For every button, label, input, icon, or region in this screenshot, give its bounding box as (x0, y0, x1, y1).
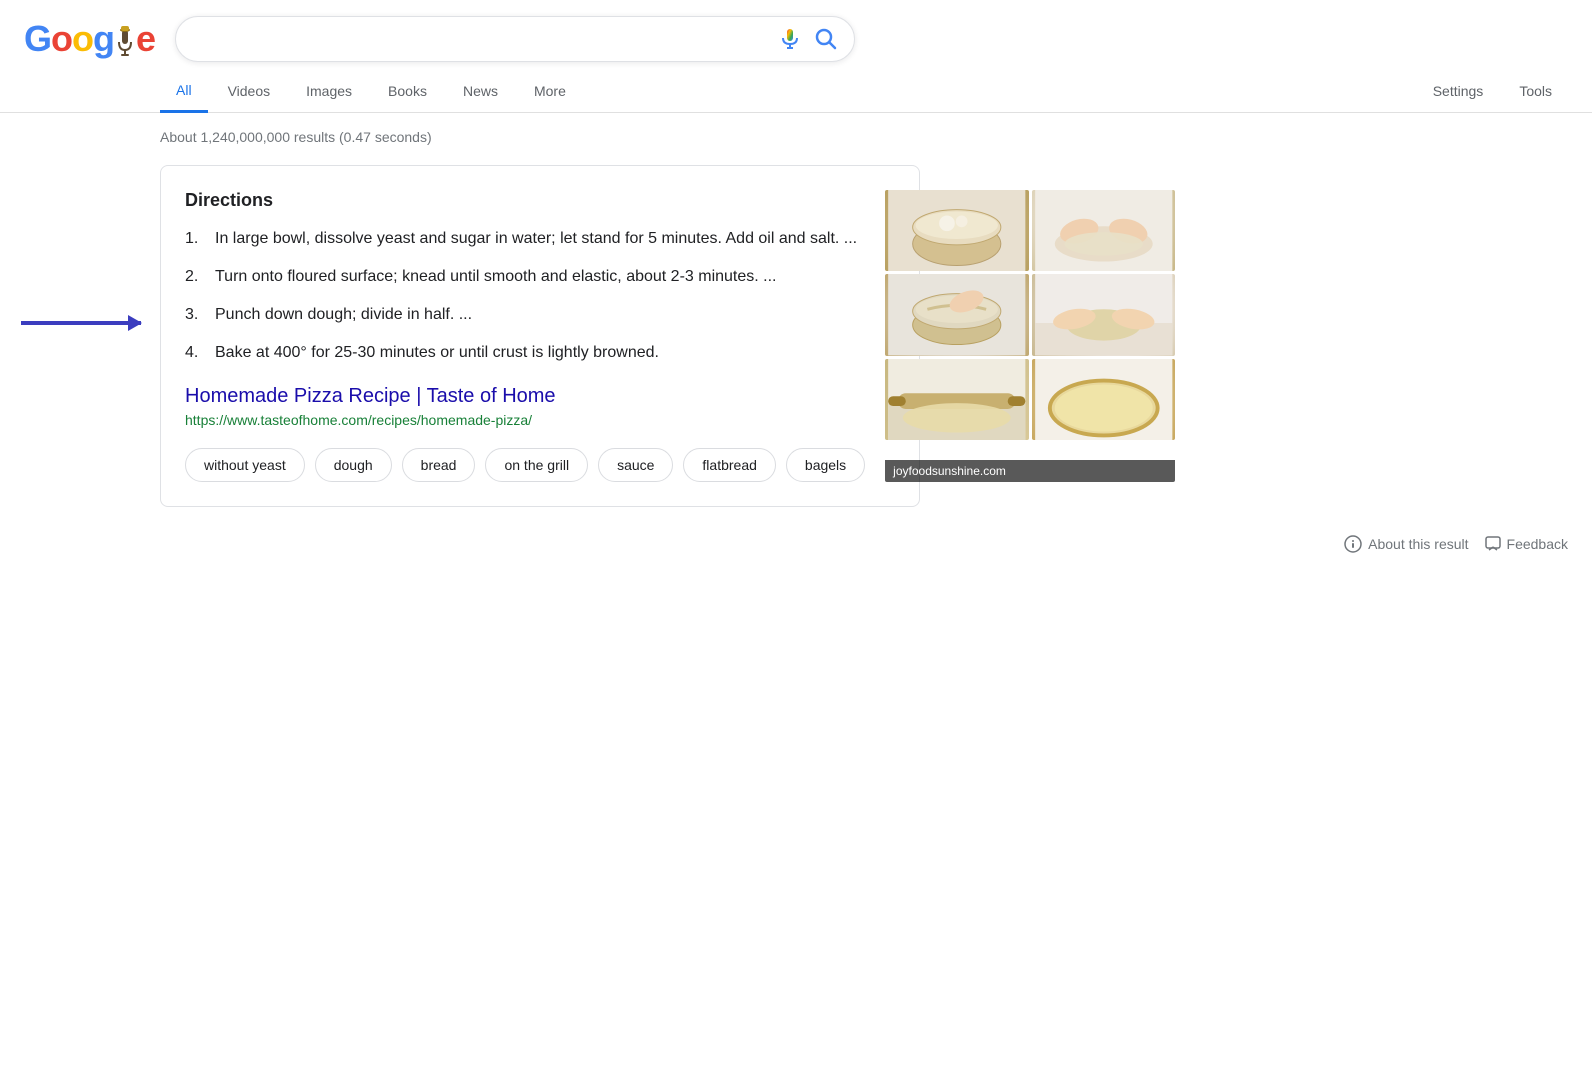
nav-tabs: All Videos Images Books News More Settin… (0, 70, 1592, 113)
chip-sauce[interactable]: sauce (598, 448, 673, 482)
chip-dough[interactable]: dough (315, 448, 392, 482)
nav-settings: Settings Tools (1417, 71, 1568, 111)
tab-books[interactable]: Books (372, 71, 443, 111)
list-item: 1. In large bowl, dissolve yeast and sug… (185, 227, 865, 251)
image-grid (885, 190, 1175, 440)
google-logo[interactable]: G o o g e (24, 18, 155, 60)
list-item: 3. Punch down dough; divide in half. ... (185, 303, 865, 327)
about-result-label: About this result (1368, 536, 1468, 552)
tab-images[interactable]: Images (290, 71, 368, 111)
image-cell (1032, 359, 1176, 440)
step-number: 4. (185, 341, 205, 365)
featured-snippet: Directions 1. In large bowl, dissolve ye… (160, 165, 920, 507)
logo-letter-o2: o (72, 18, 93, 60)
tab-videos[interactable]: Videos (212, 71, 287, 111)
about-result[interactable]: About this result (1344, 535, 1468, 553)
list-item: 2. Turn onto floured surface; knead unti… (185, 265, 865, 289)
feedback-button[interactable]: Feedback (1485, 536, 1568, 552)
search-bar[interactable]: how to make pizza (175, 16, 855, 62)
related-chips: without yeast dough bread on the grill s… (185, 444, 865, 482)
tools-link[interactable]: Tools (1503, 71, 1568, 111)
snippet-inner: Directions 1. In large bowl, dissolve ye… (185, 190, 895, 482)
feedback-icon (1485, 536, 1501, 552)
step-text: Turn onto floured surface; knead until s… (215, 265, 777, 289)
step-text: Bake at 400° for 25-30 minutes or until … (215, 341, 659, 365)
chip-bagels[interactable]: bagels (786, 448, 865, 482)
tab-all[interactable]: All (160, 70, 208, 113)
image-cell (885, 359, 1029, 440)
list-item: 4. Bake at 400° for 25-30 minutes or unt… (185, 341, 865, 365)
result-link-title[interactable]: Homemade Pizza Recipe | Taste of Home (185, 385, 865, 408)
logo-letter-o1: o (51, 18, 72, 60)
step-number: 1. (185, 227, 205, 251)
search-input[interactable]: how to make pizza (192, 29, 766, 50)
arrow-annotation (21, 321, 141, 325)
chip-flatbread[interactable]: flatbread (683, 448, 775, 482)
step-text: Punch down dough; divide in half. ... (215, 303, 472, 327)
feedback-label: Feedback (1507, 536, 1568, 552)
tab-more[interactable]: More (518, 71, 582, 111)
logo-doodle (114, 23, 136, 59)
snippet-title: Directions (185, 190, 865, 211)
arrow-line (21, 321, 141, 325)
chip-bread[interactable]: bread (402, 448, 476, 482)
header: G o o g e how to make pizza (0, 0, 1592, 62)
result-url: https://www.tasteofhome.com/recipes/home… (185, 412, 865, 428)
search-icon[interactable] (814, 27, 838, 51)
image-source: joyfoodsunshine.com (885, 460, 1175, 482)
results-count: About 1,240,000,000 results (0.47 second… (160, 129, 1568, 145)
logo-letter-e: e (136, 18, 155, 60)
logo-letter-g1: G (24, 18, 51, 60)
image-cell (885, 274, 1029, 355)
logo-letter-g2: g (93, 18, 114, 60)
chip-on-the-grill[interactable]: on the grill (485, 448, 588, 482)
search-icons (778, 27, 838, 51)
step-number: 2. (185, 265, 205, 289)
image-cell (1032, 274, 1176, 355)
image-cell (1032, 190, 1176, 271)
footer: About this result Feedback (0, 523, 1592, 565)
results-area: About 1,240,000,000 results (0.47 second… (0, 113, 1592, 523)
snippet-images[interactable]: joyfoodsunshine.com (885, 190, 1175, 482)
info-icon (1344, 535, 1362, 553)
snippet-content: Directions 1. In large bowl, dissolve ye… (185, 190, 865, 482)
mic-icon[interactable] (778, 27, 802, 51)
image-cell (885, 190, 1029, 271)
step-number: 3. (185, 303, 205, 327)
step-text: In large bowl, dissolve yeast and sugar … (215, 227, 857, 251)
directions-list: 1. In large bowl, dissolve yeast and sug… (185, 227, 865, 365)
tab-news[interactable]: News (447, 71, 514, 111)
chip-without-yeast[interactable]: without yeast (185, 448, 305, 482)
settings-link[interactable]: Settings (1417, 71, 1500, 111)
